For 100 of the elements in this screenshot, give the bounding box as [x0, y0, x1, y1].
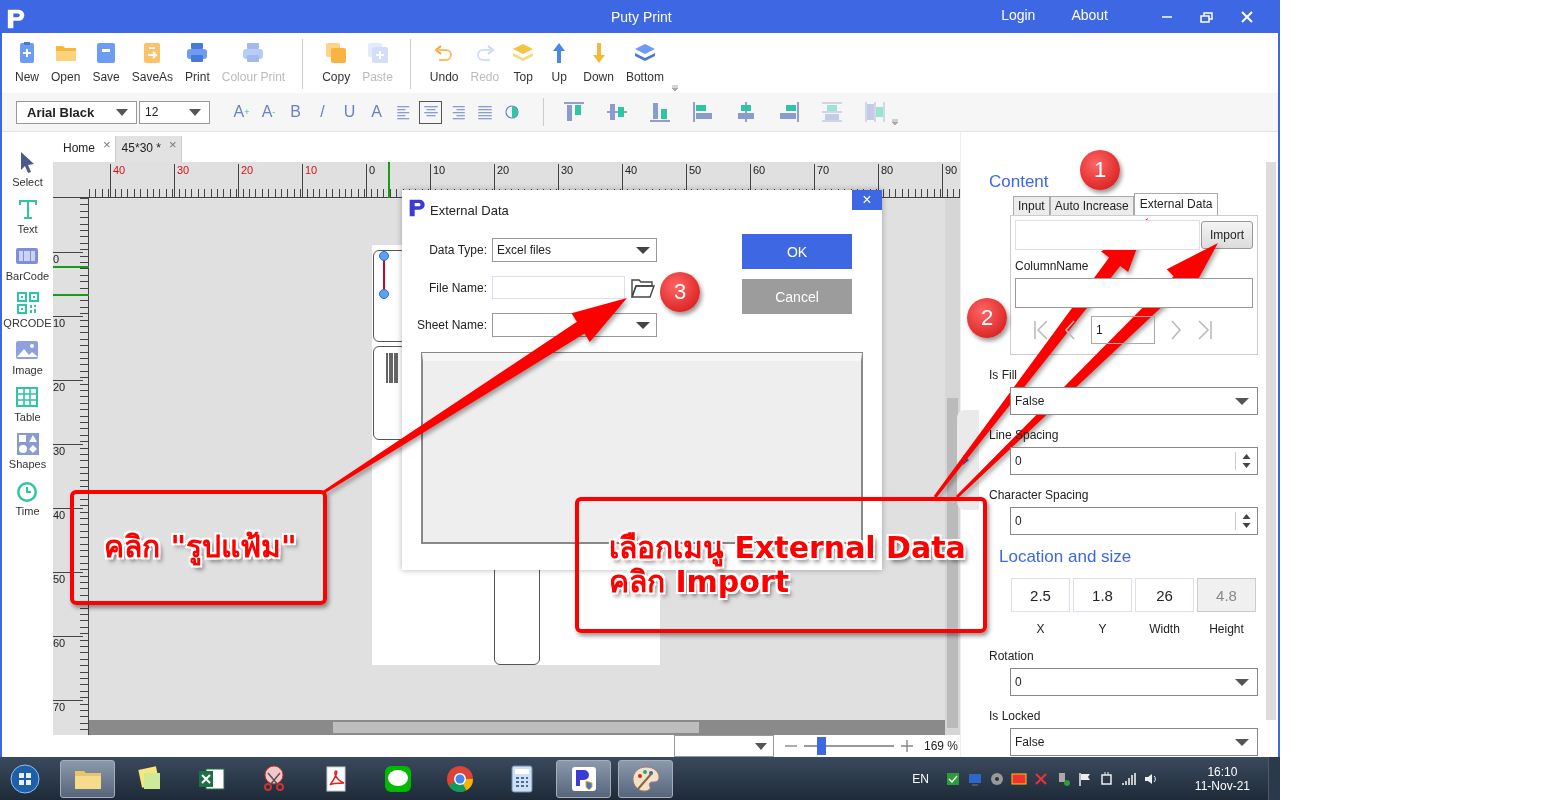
- dialog-title: External Data: [430, 203, 509, 218]
- folder-icon[interactable]: [630, 276, 656, 299]
- expand-caret-icon[interactable]: [670, 85, 679, 92]
- disc-icon[interactable]: [988, 770, 1005, 787]
- import-button[interactable]: Import: [1201, 221, 1253, 249]
- file-name-field[interactable]: [492, 276, 625, 299]
- align-bottom-icon[interactable]: [648, 100, 672, 124]
- number-field[interactable]: 1.8: [1073, 578, 1132, 612]
- content-tab[interactable]: Auto Increase: [1049, 196, 1134, 215]
- flag-icon[interactable]: [1076, 770, 1093, 787]
- tab-close-button[interactable]: ×: [169, 137, 177, 152]
- toolbar-button[interactable]: Undo: [424, 41, 464, 84]
- clock-date[interactable]: 11-Nov-21: [1194, 778, 1250, 793]
- signal-bars-icon[interactable]: [1120, 770, 1137, 787]
- format-button[interactable]: A: [365, 100, 388, 124]
- field-label: Character Spacing: [989, 488, 1090, 502]
- number-field[interactable]: 26: [1135, 578, 1194, 612]
- close-button[interactable]: ×: [852, 190, 882, 210]
- crossed-out-icon[interactable]: [1032, 770, 1049, 787]
- tab-close-button[interactable]: ×: [103, 137, 111, 152]
- spinner-arrows-icon[interactable]: [1235, 512, 1253, 530]
- file-path-field[interactable]: [1015, 220, 1200, 250]
- step-badge: 2: [967, 298, 1007, 338]
- taskbar-app-button[interactable]: [618, 759, 673, 798]
- number-field[interactable]: 2.5: [1011, 578, 1070, 612]
- format-button[interactable]: B: [284, 100, 307, 124]
- tool-button[interactable]: Shapes: [8, 432, 47, 470]
- font-select[interactable]: Arial Black: [16, 100, 137, 124]
- number-spinner[interactable]: 0: [1010, 447, 1258, 475]
- app-logo-icon: [408, 198, 428, 218]
- field-label: Is Fill: [989, 368, 1018, 382]
- toolbar-button[interactable]: Top: [506, 41, 541, 84]
- language-indicator[interactable]: EN: [912, 771, 929, 786]
- tool-button[interactable]: Text: [15, 197, 40, 235]
- menu-link[interactable]: Login: [1001, 6, 1036, 23]
- power-plug-icon[interactable]: [1098, 770, 1115, 787]
- alarm-clock-icon: [15, 479, 40, 503]
- section-heading: Location and size: [999, 547, 1133, 567]
- first-page-icon[interactable]: [1033, 320, 1049, 340]
- tool-button[interactable]: Select: [12, 150, 43, 188]
- dropdown-select[interactable]: 0: [1010, 668, 1258, 696]
- font-size-select[interactable]: 12: [139, 100, 210, 124]
- restore-icon[interactable]: [1200, 10, 1214, 23]
- field-label: X: [1036, 622, 1045, 636]
- toolbar-button[interactable]: SaveAs: [126, 41, 179, 84]
- toolbar-button[interactable]: Print: [180, 41, 215, 84]
- document-tab[interactable]: 45*30 * ×: [115, 136, 182, 162]
- content-tab[interactable]: External Data: [1133, 193, 1219, 215]
- tool-button[interactable]: Table: [14, 385, 41, 423]
- toolbar-button[interactable]: Save: [87, 41, 125, 84]
- shield-check-icon[interactable]: [944, 770, 961, 787]
- align-left-edge-icon[interactable]: [691, 100, 715, 124]
- align-top-icon[interactable]: [562, 100, 586, 124]
- last-page-icon[interactable]: [1197, 320, 1213, 340]
- square-badge-icon[interactable]: [1010, 770, 1027, 787]
- taskbar-app-button[interactable]: [60, 759, 115, 798]
- ok-button[interactable]: OK: [742, 234, 852, 269]
- previous-page-icon[interactable]: [1063, 320, 1077, 340]
- toolbar-button[interactable]: Open: [46, 41, 86, 84]
- expand-caret-icon[interactable]: [891, 118, 899, 126]
- field-label: Width: [1149, 622, 1180, 636]
- format-button[interactable]: /: [311, 100, 334, 124]
- spinner-arrows-icon[interactable]: [1235, 452, 1253, 470]
- close-icon[interactable]: [1240, 10, 1254, 23]
- step-badge: 1: [1080, 150, 1120, 190]
- start-orb-icon[interactable]: [10, 763, 40, 794]
- content-tab[interactable]: Input: [1013, 196, 1050, 215]
- vertical-scrollbar[interactable]: [1266, 162, 1276, 720]
- menu-link[interactable]: About: [1071, 6, 1108, 23]
- field-label: Rotation: [989, 649, 1035, 663]
- tab-label[interactable]: Home: [63, 141, 95, 155]
- toolbar-button[interactable]: Up: [542, 41, 577, 84]
- tool-button[interactable]: Image: [12, 338, 43, 376]
- format-button[interactable]: [419, 100, 442, 124]
- clock-time[interactable]: 16:10: [1207, 764, 1238, 779]
- toolbar-button[interactable]: Down: [578, 41, 619, 84]
- number-spinner[interactable]: 0: [1010, 507, 1258, 535]
- horizontal-scrollbar[interactable]: [89, 720, 945, 735]
- zoom-in-icon[interactable]: [899, 740, 914, 752]
- ruler-label: 20: [53, 380, 83, 393]
- tab-label[interactable]: 45*30 *: [121, 141, 161, 155]
- column-name-select[interactable]: [1015, 278, 1253, 308]
- taskbar-app-button[interactable]: [556, 759, 611, 798]
- toolbar-button[interactable]: New: [10, 41, 44, 84]
- dropdown-select[interactable]: False: [1010, 387, 1258, 415]
- tool-button[interactable]: QRCODE: [3, 291, 52, 329]
- tool-button[interactable]: BarCode: [5, 244, 50, 282]
- toolbar-button[interactable]: Copy: [317, 41, 356, 84]
- dropdown-select[interactable]: Excel files: [492, 238, 657, 262]
- scrollbar-thumb[interactable]: [333, 722, 699, 733]
- toolbar-button[interactable]: Bottom: [620, 41, 669, 84]
- tool-button[interactable]: Time: [15, 479, 40, 517]
- next-page-icon[interactable]: [1169, 320, 1183, 340]
- field-label: ColumnName: [1015, 259, 1090, 273]
- align-right-edge-icon[interactable]: [777, 100, 801, 124]
- slider-thumb[interactable]: [817, 737, 827, 755]
- dropdown-select[interactable]: False: [1010, 728, 1258, 756]
- page-number-field[interactable]: 1: [1091, 316, 1155, 344]
- format-button[interactable]: U: [338, 100, 361, 124]
- guide-line: [53, 266, 89, 268]
